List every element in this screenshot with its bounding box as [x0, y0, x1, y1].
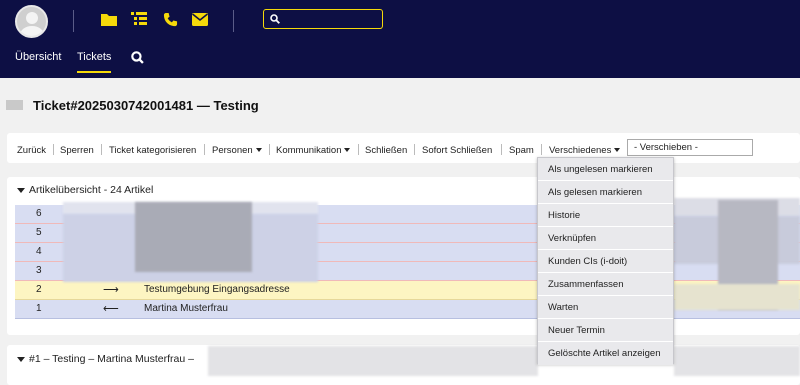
article-number: 6 [36, 208, 42, 219]
divider [233, 10, 234, 32]
close-immediately-link[interactable]: Sofort Schließen [422, 145, 492, 156]
ticket-icon [6, 100, 23, 110]
article-subject: Martina Musterfrau [144, 303, 228, 314]
folder-icon[interactable] [100, 10, 118, 28]
article-number: 5 [36, 227, 42, 238]
divider [204, 144, 205, 155]
menu-item-merge[interactable]: Zusammenfassen [538, 273, 673, 296]
back-link[interactable]: Zurück [17, 145, 46, 156]
ticket-titlebar: Ticket#2025030742001481 — Testing [0, 90, 800, 122]
redacted-area [674, 346, 800, 376]
chevron-down-icon [614, 148, 621, 153]
envelope-icon[interactable] [191, 10, 209, 28]
menu-item-history[interactable]: Historie [538, 204, 673, 227]
article-number: 1 [36, 303, 42, 314]
chevron-down-icon [344, 148, 351, 153]
persons-menu-label: Personen [212, 145, 253, 156]
menu-item-link[interactable]: Verknüpfen [538, 227, 673, 250]
misc-menu-label: Verschiedenes [549, 145, 612, 156]
collapse-icon [17, 356, 25, 362]
article-detail-title: #1 – Testing – Martina Musterfrau – [29, 353, 194, 365]
article-detail-header[interactable]: #1 – Testing – Martina Musterfrau – [17, 353, 194, 365]
close-link[interactable]: Schließen [365, 145, 407, 156]
nav-item-overview[interactable]: Übersicht [15, 51, 61, 63]
article-number: 2 [36, 284, 42, 295]
menu-item-mark-read[interactable]: Als gelesen markieren [538, 181, 673, 204]
menu-item-customer-cis[interactable]: Kunden CIs (i-doit) [538, 250, 673, 273]
communication-menu[interactable]: Kommunikation [276, 145, 351, 156]
menu-item-new-appointment[interactable]: Neuer Termin [538, 319, 673, 342]
misc-dropdown-menu: Als ungelesen markieren Als gelesen mark… [537, 157, 674, 365]
divider [73, 10, 74, 32]
divider [501, 144, 502, 155]
categorize-ticket-link[interactable]: Ticket kategorisieren [109, 145, 196, 156]
divider [53, 144, 54, 155]
collapse-icon [17, 187, 25, 193]
article-overview-title: Artikelübersicht - 24 Artikel [29, 184, 154, 196]
phone-icon[interactable] [161, 10, 179, 28]
menu-item-mark-unread[interactable]: Als ungelesen markieren [538, 158, 673, 181]
search-input[interactable] [263, 9, 383, 29]
divider [358, 144, 359, 155]
chevron-down-icon [255, 148, 262, 153]
article-number: 3 [36, 265, 42, 276]
communication-menu-label: Kommunikation [276, 145, 342, 156]
divider [414, 144, 415, 155]
spam-link[interactable]: Spam [509, 145, 534, 156]
search-icon [270, 14, 280, 24]
misc-menu[interactable]: Verschiedenes [549, 145, 621, 156]
top-navbar: Übersicht Tickets [0, 0, 800, 78]
menu-item-show-deleted-articles[interactable]: Gelöschte Artikel anzeigen [538, 342, 673, 365]
article-subject: Testumgebung Eingangsadresse [144, 284, 290, 295]
avatar[interactable] [15, 5, 48, 38]
search-icon[interactable] [131, 51, 144, 67]
page-title: Ticket#2025030742001481 — Testing [33, 98, 259, 113]
incoming-arrow-icon: ⟵ [103, 303, 119, 315]
divider [269, 144, 270, 155]
article-number: 4 [36, 246, 42, 257]
divider [101, 144, 102, 155]
move-queue-select[interactable]: - Verschieben - [627, 139, 753, 156]
persons-menu[interactable]: Personen [212, 145, 262, 156]
lock-link[interactable]: Sperren [60, 145, 94, 156]
outgoing-arrow-icon: ⟶ [103, 284, 119, 296]
menu-item-pending[interactable]: Warten [538, 296, 673, 319]
list-icon[interactable] [130, 10, 148, 28]
redacted-area [208, 346, 538, 376]
redacted-area [674, 284, 800, 310]
nav-item-tickets[interactable]: Tickets [77, 51, 112, 73]
redacted-area [135, 202, 252, 272]
divider [541, 144, 542, 155]
article-overview-header[interactable]: Artikelübersicht - 24 Artikel [17, 184, 153, 196]
